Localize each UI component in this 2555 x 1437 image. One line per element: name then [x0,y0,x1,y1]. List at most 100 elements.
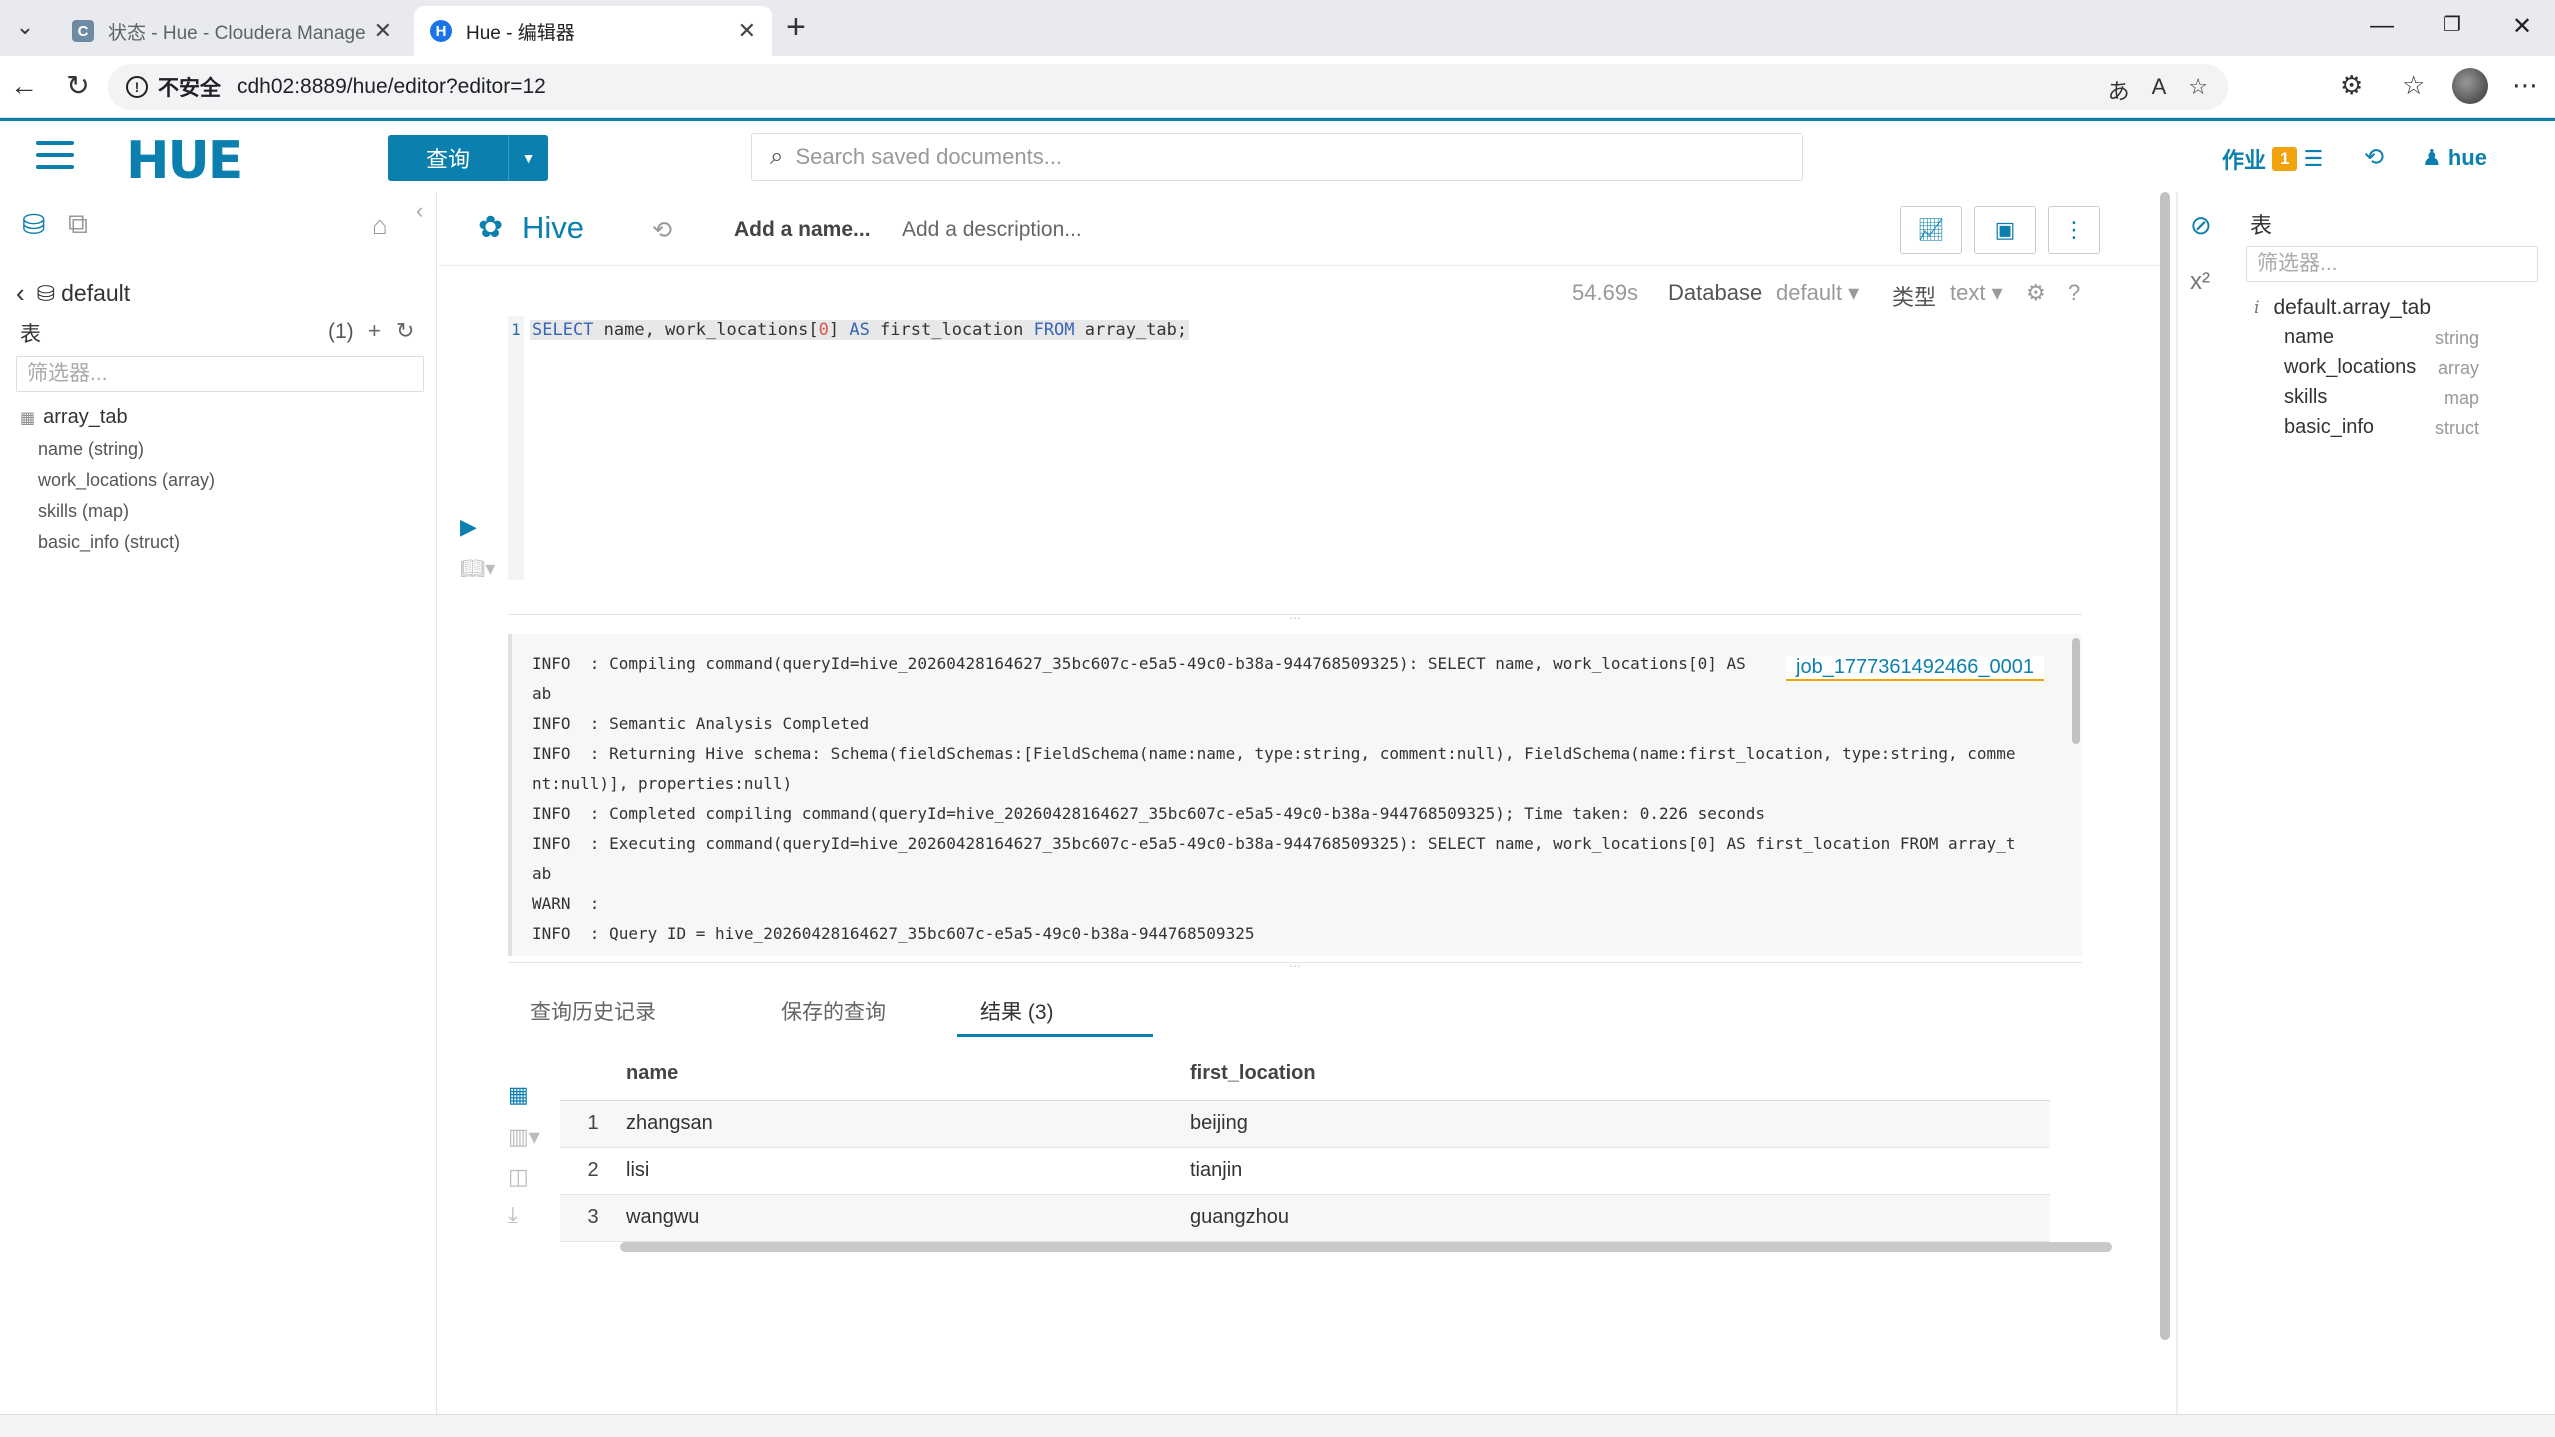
results-horizontal-scrollbar[interactable] [620,1242,2112,1252]
log-line: ab [532,864,552,883]
resize-splitter[interactable]: ⋯ [508,612,2082,624]
close-tab-icon[interactable]: ✕ [738,18,756,44]
column-item[interactable]: skills (map) [38,501,129,522]
type-selector[interactable]: text ▾ [1950,280,2003,306]
browser-tab-hue-editor[interactable]: H Hue - 编辑器 ✕ [414,6,772,56]
search-docs-box[interactable]: ⌕ [751,133,1803,181]
url-field[interactable]: ! 不安全 cdh02:8889/hue/editor?editor=12 あ … [108,64,2228,110]
column-item[interactable]: basic_info (struct) [38,532,180,553]
snippet-book-icon[interactable]: 📖︎▾ [460,556,495,581]
restore-window-icon[interactable]: ❐ [2432,12,2472,37]
profile-avatar[interactable] [2452,68,2488,104]
jobs-button[interactable]: 作业 1 ☰ [2222,143,2323,175]
browser-tab-cloudera[interactable]: C 状态 - Hue - Cloudera Manager ✕ [56,6,408,56]
database-selector[interactable]: default ▾ [1776,280,1859,306]
compass-icon[interactable]: ⊘ [2190,210,2212,241]
sql-keyword: SELECT [532,320,594,340]
extensions-icon[interactable]: ⚙ [2340,70,2363,101]
user-menu[interactable]: ♟ hue [2422,145,2487,171]
close-tab-icon[interactable]: ✕ [374,18,392,44]
tables-header: 表 (1) + ↻ [20,318,420,348]
reload-icon[interactable]: ↻ [60,70,96,102]
job-link[interactable]: job_1777361492466_0001 [1786,656,2045,681]
chart-view-icon[interactable]: ▥▾ [508,1124,540,1150]
favorite-star-icon[interactable]: ☆ [2188,74,2208,106]
database-small-icon: ⛁ [36,280,56,306]
sql-query-line[interactable]: SELECT name, work_locations[0] AS first_… [530,320,1190,340]
refresh-icon[interactable]: ↻ [396,318,414,344]
minimize-window-icon[interactable]: — [2362,12,2402,40]
search-input[interactable] [795,144,1696,170]
hue-logo[interactable]: HUE [126,131,243,191]
jobs-count-badge: 1 [2272,147,2298,171]
insecure-warning-icon[interactable]: ! [126,76,148,98]
line-chart-icon: 📈︎ [1917,217,1945,242]
os-taskbar [0,1414,2555,1437]
new-tab-plus-icon[interactable]: + [786,10,806,44]
tab-saved-queries[interactable]: 保存的查询 [781,996,886,1026]
translate-icon[interactable]: あ [2108,74,2130,106]
folder-icon[interactable]: ⌂ [372,210,388,241]
log-scrollbar[interactable] [2072,638,2080,744]
add-table-plus-icon[interactable]: + [368,318,381,344]
type-selector-value: text [1950,280,1986,305]
right-column-name[interactable]: skills [2284,386,2327,409]
right-table-header[interactable]: i default.array_tab [2254,296,2431,320]
more-actions-button[interactable]: ⋮ [2048,206,2100,254]
jobs-list-icon: ☰ [2303,146,2324,171]
query-name-field[interactable]: Add a name... [734,218,871,242]
documents-icon[interactable]: ⧉ [68,208,88,241]
column-header-first-location[interactable]: first_location [1190,1048,2050,1101]
close-window-icon[interactable]: ✕ [2502,12,2542,41]
save-button[interactable]: ▣ [1974,206,2036,254]
tab-list-chevron-icon[interactable]: ⌄ [10,12,40,42]
right-column-name[interactable]: basic_info [2284,416,2374,439]
history-icon[interactable]: ⟲ [2364,143,2384,172]
execution-time: 54.69s [1572,280,1639,305]
editor-vertical-scrollbar[interactable] [2160,192,2172,1342]
chart-button[interactable]: 📈︎ [1900,206,1962,254]
back-arrow-icon[interactable]: ← [6,70,42,102]
caret-down-icon[interactable]: ▼ [508,135,548,181]
row-number: 3 [560,1194,626,1242]
read-aloud-icon[interactable]: A [2152,74,2167,106]
sql-code-editor[interactable]: 1 SELECT name, work_locations[0] AS firs… [508,316,2124,580]
right-column-name[interactable]: name [2284,326,2334,349]
right-column-name[interactable]: work_locations [2284,356,2416,379]
settings-gear-icon[interactable]: ⚙ [2026,280,2046,306]
table-filter-input[interactable] [16,356,424,392]
hamburger-menu-icon[interactable] [36,141,74,171]
help-icon[interactable]: ? [2068,280,2080,306]
collapse-panel-icon[interactable]: ‹ [416,198,423,224]
columns-icon[interactable]: ◫ [508,1164,529,1190]
function-x2-icon[interactable]: x² [2190,268,2210,296]
query-button[interactable]: 查询 ▼ [388,135,548,181]
more-options-icon[interactable]: ⋯ [2512,70,2538,101]
column-item[interactable]: work_locations (array) [38,470,215,491]
table-item-array-tab[interactable]: ▦ array_tab [20,406,128,429]
database-breadcrumb[interactable]: ‹ ⛁ default [16,278,130,309]
info-icon[interactable]: i [2254,298,2259,318]
run-query-play-icon[interactable]: ▶ [460,514,477,540]
back-chevron-icon[interactable]: ‹ [16,278,25,309]
resize-splitter[interactable]: ⋯ [508,960,2082,972]
database-icon[interactable]: ⛁ [22,208,45,241]
table-row[interactable]: 3 wangwu guangzhou [560,1194,2050,1242]
table-row[interactable]: 1 zhangsan beijing [560,1100,2050,1148]
column-header-name[interactable]: name [626,1048,1190,1101]
query-history-icon[interactable]: ⟲ [652,216,672,245]
tab-query-history[interactable]: 查询历史记录 [530,996,656,1026]
editor-header: ✿ Hive ⟲ Add a name... Add a description… [438,192,2162,266]
query-description-field[interactable]: Add a description... [902,218,1082,242]
grid-view-icon[interactable]: ▦ [508,1082,529,1108]
cell-first-location: guangzhou [1190,1194,2050,1242]
column-item[interactable]: name (string) [38,439,144,460]
table-row[interactable]: 2 lisi tianjin [560,1147,2050,1195]
tab-results[interactable]: 结果 (3) [980,996,1054,1026]
right-filter-input[interactable] [2246,246,2538,282]
table-grid-icon: ▦ [20,409,36,427]
database-name: default [61,280,131,306]
favorites-icon[interactable]: ☆ [2402,70,2425,101]
line-number: 1 [511,320,521,339]
download-icon[interactable]: ⤓ [508,1202,518,1228]
